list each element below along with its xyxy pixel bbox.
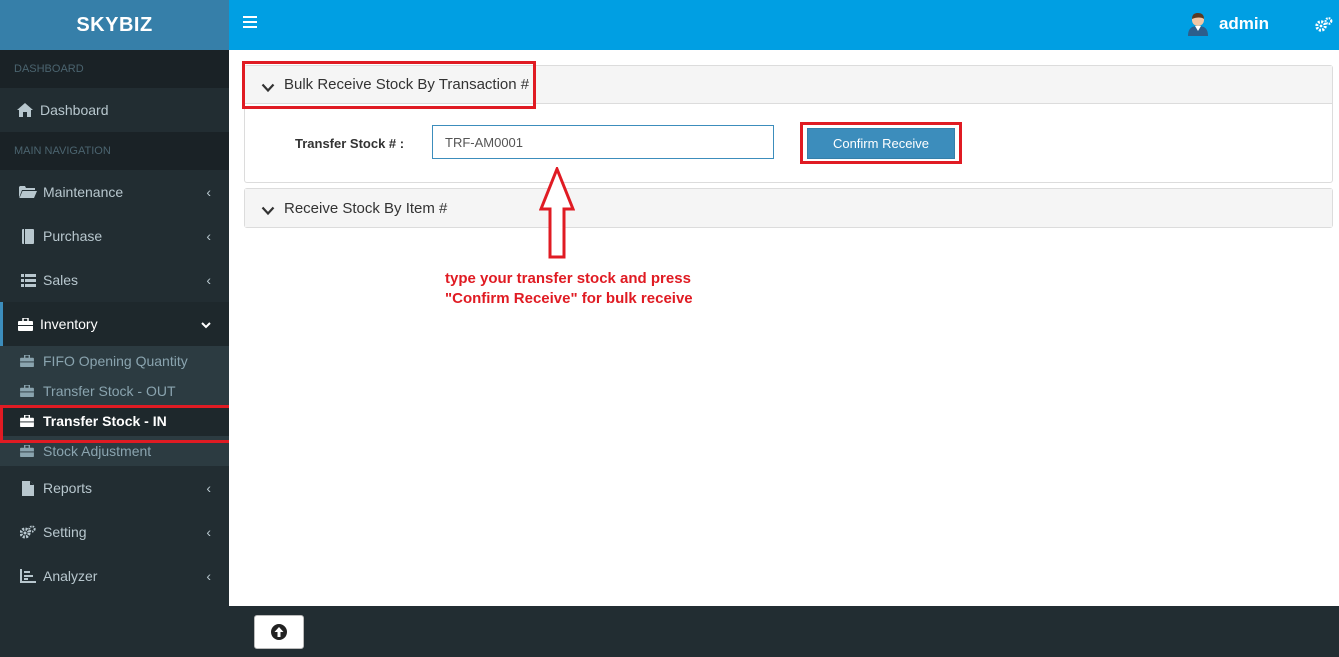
book-icon xyxy=(19,228,37,244)
list-icon xyxy=(19,272,37,288)
chevron-down-icon xyxy=(261,80,275,92)
sidebar-item-sales[interactable]: Sales ‹ xyxy=(0,258,229,302)
sidebar-item-analyzer[interactable]: Analyzer ‹ xyxy=(0,554,229,598)
sidebar-item-label: Setting xyxy=(43,524,87,540)
annotation-up-arrow-icon xyxy=(539,167,575,259)
sidebar-item-inventory[interactable]: Inventory xyxy=(0,302,229,346)
transfer-stock-input[interactable] xyxy=(432,125,774,159)
panel-receive-by-item: Receive Stock By Item # xyxy=(244,188,1333,228)
brand-logo[interactable]: SKYBIZ xyxy=(0,0,229,50)
annotation-text: type your transfer stock and press "Conf… xyxy=(445,269,765,309)
user-avatar-icon xyxy=(1187,12,1209,36)
panel-title: Bulk Receive Stock By Transaction # xyxy=(284,76,530,93)
file-icon xyxy=(19,480,37,496)
user-menu[interactable]: admin xyxy=(1187,12,1269,36)
sidebar-item-dashboard[interactable]: Dashboard xyxy=(0,88,229,132)
analyzer-icon xyxy=(19,568,37,584)
folder-open-icon xyxy=(19,184,37,200)
chevron-left-icon: ‹ xyxy=(206,524,211,540)
chevron-left-icon: ‹ xyxy=(206,480,211,496)
sidebar-item-label: Analyzer xyxy=(43,568,98,584)
sidebar-item-reports[interactable]: Reports ‹ xyxy=(0,466,229,510)
briefcase-icon xyxy=(20,444,36,458)
chevron-left-icon: ‹ xyxy=(206,228,211,244)
panel-bulk-receive-header[interactable]: Bulk Receive Stock By Transaction # xyxy=(245,66,1332,104)
panel-title: Receive Stock By Item # xyxy=(284,199,448,217)
sidebar-item-label: Dashboard xyxy=(40,102,109,118)
panel-bulk-receive: Bulk Receive Stock By Transaction # Tran… xyxy=(242,61,1333,183)
section-header-main: MAIN NAVIGATION xyxy=(0,132,229,170)
main-content: Bulk Receive Stock By Transaction # Tran… xyxy=(229,50,1339,606)
highlight-box-confirm: Confirm Receive xyxy=(800,122,962,164)
sidebar: SKYBIZ DASHBOARD Dashboard MAIN NAVIGATI… xyxy=(0,0,235,657)
footer xyxy=(229,606,1339,657)
sidebar-item-purchase[interactable]: Purchase ‹ xyxy=(0,214,229,258)
sidebar-item-maintenance[interactable]: Maintenance ‹ xyxy=(0,170,229,214)
user-name: admin xyxy=(1218,14,1269,33)
arrow-circle-up-icon xyxy=(271,624,287,640)
chevron-down-icon xyxy=(201,316,211,332)
submenu-item-label: FIFO Opening Quantity xyxy=(43,353,188,369)
chevron-left-icon: ‹ xyxy=(206,184,211,200)
settings-gears-icon[interactable] xyxy=(1315,16,1333,34)
sidebar-item-label: Sales xyxy=(43,272,79,288)
submenu-item-stock-adjustment[interactable]: Stock Adjustment xyxy=(0,436,229,466)
confirm-receive-button[interactable]: Confirm Receive xyxy=(807,127,955,159)
transfer-stock-label: Transfer Stock # : xyxy=(295,136,405,151)
sidebar-item-setting[interactable]: Setting ‹ xyxy=(0,510,229,554)
briefcase-icon xyxy=(20,354,36,368)
top-navbar: admin xyxy=(229,0,1339,50)
chevron-down-icon xyxy=(261,203,275,216)
sidebar-item-label: Maintenance xyxy=(43,184,124,200)
hamburger-menu-icon[interactable] xyxy=(243,16,257,30)
scroll-to-top-button[interactable] xyxy=(254,615,304,649)
annotation-line-2: "Confirm Receive" for bulk receive xyxy=(445,290,693,307)
submenu-item-label: Stock Adjustment xyxy=(43,443,152,459)
sidebar-item-label: Purchase xyxy=(43,228,103,244)
sidebar-item-label: Reports xyxy=(43,480,93,496)
chevron-left-icon: ‹ xyxy=(206,568,211,584)
chevron-left-icon: ‹ xyxy=(206,272,211,288)
submenu-item-label: Transfer Stock - IN xyxy=(43,413,167,429)
home-icon xyxy=(16,102,34,118)
submenu-item-transfer-stock-out[interactable]: Transfer Stock - OUT xyxy=(0,376,229,406)
annotation-line-1: type your transfer stock and press xyxy=(445,270,691,287)
inventory-submenu: FIFO Opening Quantity Transfer Stock - O… xyxy=(0,346,235,466)
submenu-item-label: Transfer Stock - OUT xyxy=(43,383,176,399)
briefcase-icon xyxy=(16,316,34,332)
submenu-item-fifo-opening-quantity[interactable]: FIFO Opening Quantity xyxy=(0,346,229,376)
gears-icon xyxy=(19,524,37,540)
panel-receive-by-item-header[interactable]: Receive Stock By Item # xyxy=(245,189,1332,227)
sidebar-item-label: Inventory xyxy=(40,316,98,332)
submenu-item-transfer-stock-in[interactable]: Transfer Stock - IN xyxy=(0,405,235,443)
briefcase-icon xyxy=(20,414,36,428)
briefcase-icon xyxy=(20,384,36,398)
section-header-dashboard: DASHBOARD xyxy=(0,50,229,88)
